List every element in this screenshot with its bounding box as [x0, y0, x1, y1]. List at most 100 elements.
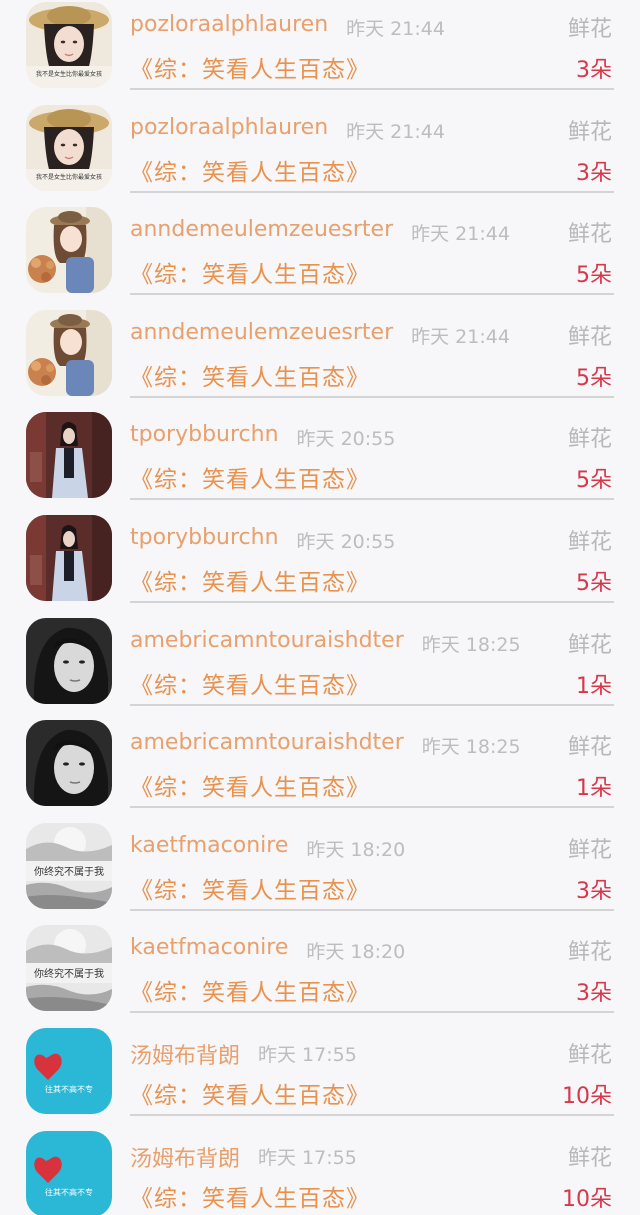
woman-street-avatar[interactable]	[26, 515, 112, 601]
book-title-link[interactable]: 《综：笑看人生百态》	[130, 358, 370, 392]
svg-text:往其不高不专: 往其不高不专	[45, 1187, 93, 1197]
timestamp: 昨天 18:25	[421, 736, 521, 759]
username[interactable]: amebricamntouraishdter	[130, 730, 404, 755]
book-title-link[interactable]: 《综：笑看人生百态》	[130, 768, 370, 802]
list-item[interactable]: 我不是女生比你最爱女孩 pozloraalphlauren 昨天 21:44 鲜花《…	[0, 2, 640, 105]
timestamp: 昨天 20:55	[296, 428, 396, 451]
timestamp: 昨天 18:25	[421, 633, 521, 656]
flower-count: 3朵	[576, 878, 612, 904]
list-item[interactable]: 往其不高不专 汤姆布背朗 昨天 17:55 鲜花《综：笑看人生百态》 10朵	[0, 1028, 640, 1131]
list-item[interactable]: 你终究不属于我 kaetfmaconire 昨天 18:20 鲜花《综：笑看人生百态…	[0, 925, 640, 1028]
gift-type-label: 鲜花	[567, 530, 612, 555]
flower-count: 1朵	[576, 673, 612, 699]
timestamp: 昨天 18:20	[306, 838, 406, 861]
gift-type-label: 鲜花	[567, 222, 612, 248]
text-scenery-avatar[interactable]: 你终究不属于我	[26, 822, 112, 909]
divider	[130, 703, 614, 706]
girl-hat-avatar[interactable]: 我不是女生比你最爱女孩	[26, 104, 112, 191]
svg-text:你终究不属于我: 你终究不属于我	[34, 967, 104, 980]
username[interactable]: amebricamntouraishdter	[130, 628, 404, 653]
svg-text:你终究不属于我: 你终究不属于我	[34, 865, 104, 878]
girl-hat-avatar[interactable]: 我不是女生比你最爱女孩	[26, 2, 112, 88]
avatar-caption: 我不是女生比你最爱女孩	[36, 173, 102, 181]
timestamp: 昨天 17:55	[258, 1146, 357, 1169]
avatar-caption: 我不是女生比你最爱女孩	[36, 70, 102, 78]
username[interactable]: kaetfmaconire	[130, 935, 288, 960]
svg-text:往其不高不专: 往其不高不专	[45, 1084, 93, 1094]
divider	[130, 1011, 614, 1014]
list-item[interactable]: 我不是女生比你最爱女孩 pozloraalphlauren 昨天 21:44 鲜花《…	[0, 104, 640, 208]
username[interactable]: pozloraalphlauren	[130, 12, 328, 37]
woman-street-avatar[interactable]	[26, 412, 112, 499]
timestamp: 昨天 21:44	[346, 18, 445, 40]
book-title-link[interactable]: 《综：笑看人生百态》	[130, 1179, 370, 1213]
flower-count: 5朵	[576, 571, 612, 596]
list-item[interactable]: 往其不高不专 汤姆布背朗 昨天 17:55 鲜花《综：笑看人生百态》 10朵	[0, 1130, 640, 1215]
gift-type-label: 鲜花	[567, 119, 612, 145]
timestamp: 昨天 21:44	[411, 325, 510, 348]
gift-type-label: 鲜花	[567, 837, 612, 863]
book-title-link[interactable]: 《综：笑看人生百态》	[130, 255, 370, 289]
username[interactable]: anndemeulemzeuesrter	[130, 217, 393, 242]
book-title-link[interactable]: 《综：笑看人生百态》	[130, 50, 370, 84]
bw-portrait-avatar[interactable]	[26, 617, 112, 704]
flower-count: 1朵	[576, 776, 612, 802]
heart-blue-avatar[interactable]: 往其不高不专	[26, 1028, 112, 1114]
text-scenery-avatar[interactable]: 你终究不属于我	[26, 925, 112, 1012]
gift-type-label: 鲜花	[567, 735, 612, 761]
divider	[130, 908, 614, 911]
username[interactable]: tporybburchn	[130, 422, 279, 447]
timestamp: 昨天 20:55	[296, 531, 396, 553]
gift-type-label: 鲜花	[567, 324, 612, 350]
username[interactable]: kaetfmaconire	[130, 833, 288, 858]
username[interactable]: 汤姆布背朗	[130, 1141, 240, 1173]
gift-type-label: 鲜花	[567, 940, 612, 966]
gift-type-label: 鲜花	[567, 427, 612, 453]
girl-flowers-avatar[interactable]	[26, 207, 112, 294]
divider	[130, 601, 614, 603]
flower-count: 5朵	[576, 263, 612, 289]
gift-type-label: 鲜花	[567, 1043, 612, 1068]
book-title-link[interactable]: 《综：笑看人生百态》	[130, 973, 370, 1007]
gift-type-label: 鲜花	[567, 1145, 612, 1171]
list-item[interactable]: amebricamntouraishdter 昨天 18:25 鲜花《综：笑看人生百…	[0, 617, 640, 721]
username[interactable]: anndemeulemzeuesrter	[130, 320, 393, 345]
list-item[interactable]: tporybburchn 昨天 20:55 鲜花《综：笑看人生百态》 5朵	[0, 515, 640, 618]
timestamp: 昨天 21:44	[346, 120, 445, 143]
divider	[130, 806, 614, 809]
divider	[130, 293, 614, 296]
list-item[interactable]: tporybburchn 昨天 20:55 鲜花《综：笑看人生百态》 5朵	[0, 412, 640, 515]
divider	[130, 190, 614, 193]
list-item[interactable]: amebricamntouraishdter 昨天 18:25 鲜花《综：笑看人生百…	[0, 720, 640, 823]
book-title-link[interactable]: 《综：笑看人生百态》	[130, 871, 370, 905]
flower-count: 10朵	[562, 1084, 612, 1109]
list-item[interactable]: anndemeulemzeuesrter 昨天 21:44 鲜花《综：笑看人生百态》…	[0, 309, 640, 413]
divider	[130, 88, 614, 90]
heart-blue-avatar[interactable]: 往其不高不专	[26, 1130, 112, 1215]
flower-count: 10朵	[562, 1186, 612, 1212]
list-item[interactable]: 你终究不属于我 kaetfmaconire 昨天 18:20 鲜花《综：笑看人生百态…	[0, 822, 640, 926]
list-item[interactable]: anndemeulemzeuesrter 昨天 21:44 鲜花《综：笑看人生百态》…	[0, 207, 640, 310]
bw-portrait-avatar[interactable]	[26, 720, 112, 807]
girl-flowers-avatar[interactable]	[26, 309, 112, 396]
flower-count: 3朵	[576, 160, 612, 186]
flower-count: 5朵	[576, 468, 612, 494]
gift-type-label: 鲜花	[567, 632, 612, 658]
divider	[130, 1114, 614, 1116]
username[interactable]: tporybburchn	[130, 525, 279, 550]
book-title-link[interactable]: 《综：笑看人生百态》	[130, 153, 370, 187]
flower-count: 5朵	[576, 365, 612, 391]
book-title-link[interactable]: 《综：笑看人生百态》	[130, 563, 370, 597]
flower-gift-list: 我不是女生比你最爱女孩 pozloraalphlauren 昨天 21:44 鲜花《…	[0, 0, 640, 1215]
gift-type-label: 鲜花	[567, 17, 612, 42]
book-title-link[interactable]: 《综：笑看人生百态》	[130, 666, 370, 700]
book-title-link[interactable]: 《综：笑看人生百态》	[130, 460, 370, 494]
username[interactable]: pozloraalphlauren	[130, 115, 328, 140]
timestamp: 昨天 18:20	[306, 941, 406, 964]
flower-count: 3朵	[576, 58, 612, 83]
book-title-link[interactable]: 《综：笑看人生百态》	[130, 1076, 370, 1110]
timestamp: 昨天 17:55	[258, 1044, 357, 1066]
timestamp: 昨天 21:44	[411, 223, 510, 246]
divider	[130, 498, 614, 501]
username[interactable]: 汤姆布背朗	[130, 1038, 240, 1070]
